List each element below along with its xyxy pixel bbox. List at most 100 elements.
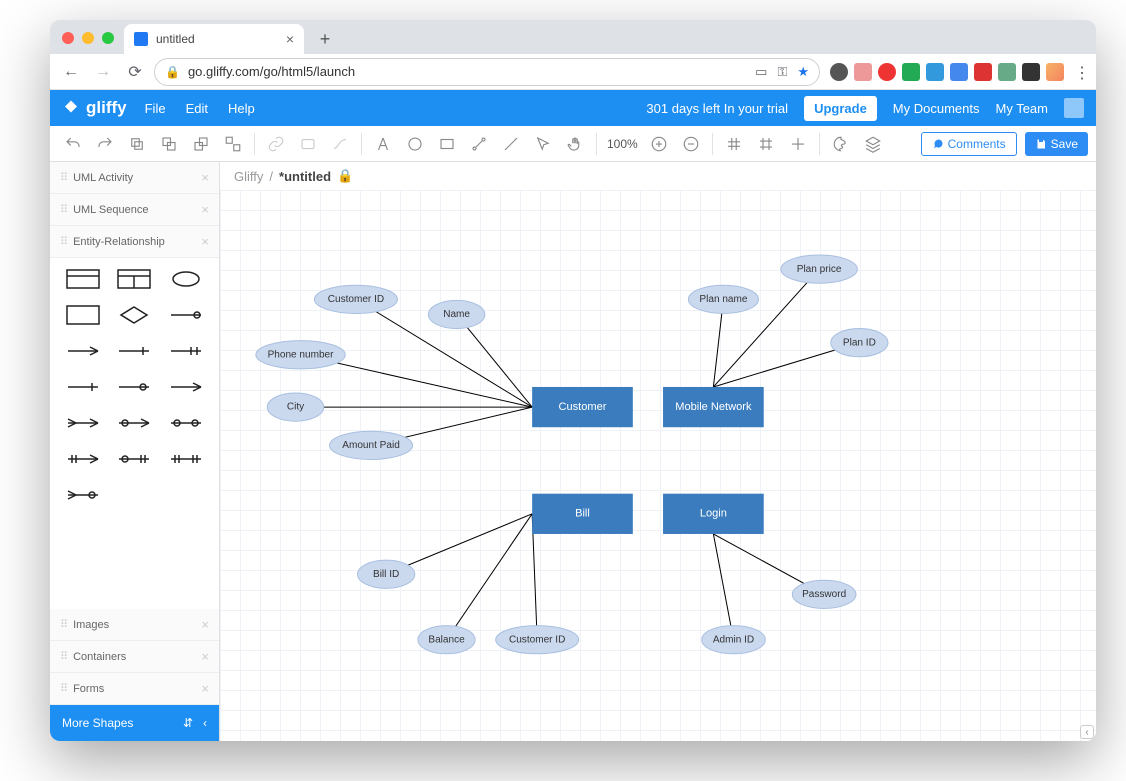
ext-icon[interactable] xyxy=(902,63,920,81)
redo-button[interactable] xyxy=(90,129,120,159)
shape-conn-10[interactable] xyxy=(60,446,106,472)
my-documents-link[interactable]: My Documents xyxy=(893,101,980,116)
close-icon[interactable]: × xyxy=(201,234,209,249)
zoom-out-button[interactable] xyxy=(676,129,706,159)
ext-icon[interactable] xyxy=(926,63,944,81)
shape-ellipse[interactable] xyxy=(163,266,209,292)
menu-help[interactable]: Help xyxy=(228,101,255,116)
shape-conn-12[interactable] xyxy=(163,446,209,472)
crumb-doc[interactable]: *untitled xyxy=(279,169,331,184)
user-icon[interactable] xyxy=(1064,98,1084,118)
ext-icon[interactable] xyxy=(950,63,968,81)
browser-tab[interactable]: untitled × xyxy=(124,24,304,54)
app-logo[interactable]: gliffy xyxy=(62,98,127,118)
shape-conn-4[interactable] xyxy=(60,374,106,400)
shape-conn-6[interactable] xyxy=(163,374,209,400)
crumb-root[interactable]: Gliffy xyxy=(234,169,263,184)
shape-conn-11[interactable] xyxy=(112,446,158,472)
group-button[interactable] xyxy=(218,129,248,159)
ext-icon[interactable] xyxy=(878,63,896,81)
comments-button[interactable]: Comments xyxy=(921,132,1017,156)
window-controls[interactable] xyxy=(58,32,124,54)
close-icon[interactable]: × xyxy=(201,202,209,217)
category-forms[interactable]: ⠿Forms× xyxy=(50,673,219,705)
profile-avatar-icon[interactable] xyxy=(1046,63,1064,81)
category-uml-activity[interactable]: ⠿UML Activity× xyxy=(50,162,219,194)
popup-button[interactable] xyxy=(293,129,323,159)
grid-large-icon[interactable] xyxy=(751,129,781,159)
shape-conn-2[interactable] xyxy=(112,338,158,364)
menu-edit[interactable]: Edit xyxy=(186,101,208,116)
more-shapes-button[interactable]: More Shapes ⇵‹ xyxy=(50,705,219,741)
close-tab-icon[interactable]: × xyxy=(286,31,294,47)
shape-entity-1col[interactable] xyxy=(60,266,106,292)
new-tab-button[interactable]: + xyxy=(312,26,338,52)
pointer-tool[interactable] xyxy=(528,129,558,159)
shape-conn-13[interactable] xyxy=(60,482,106,508)
layers-icon[interactable] xyxy=(858,129,888,159)
lock-icon[interactable]: 🔒 xyxy=(337,168,353,184)
ext-icon[interactable] xyxy=(854,63,872,81)
ext-new-icon[interactable] xyxy=(974,63,992,81)
grid-small-icon[interactable] xyxy=(719,129,749,159)
ext-icon[interactable] xyxy=(998,63,1016,81)
canvas[interactable]: CustomerMobile NetworkBillLoginCustomer … xyxy=(220,190,1096,741)
ext-moon-icon[interactable] xyxy=(830,63,848,81)
shape-conn-7[interactable] xyxy=(60,410,106,436)
text-tool[interactable] xyxy=(368,129,398,159)
pan-tool[interactable] xyxy=(560,129,590,159)
category-images[interactable]: ⠿Images× xyxy=(50,609,219,641)
connector-tool[interactable] xyxy=(464,129,494,159)
category-entity-relationship[interactable]: ⠿Entity-Relationship× xyxy=(50,226,219,258)
shape-line-oo[interactable] xyxy=(163,302,209,328)
puzzle-icon[interactable] xyxy=(1022,63,1040,81)
translate-icon[interactable]: ▭ xyxy=(755,64,767,80)
shape-diamond[interactable] xyxy=(112,302,158,328)
shape-conn-3[interactable] xyxy=(163,338,209,364)
key-icon[interactable]: ⚿ xyxy=(777,64,787,80)
shape-conn-5[interactable] xyxy=(112,374,158,400)
rect-tool[interactable] xyxy=(432,129,462,159)
scroll-corner-icon[interactable]: ‹ xyxy=(1080,725,1094,739)
minimize-window-icon[interactable] xyxy=(82,32,94,44)
shape-rect[interactable] xyxy=(60,302,106,328)
shape-conn-1[interactable] xyxy=(60,338,106,364)
shape-conn-8[interactable] xyxy=(112,410,158,436)
save-button[interactable]: Save xyxy=(1025,132,1088,156)
back-button[interactable]: ← xyxy=(58,59,84,85)
menu-file[interactable]: File xyxy=(145,101,166,116)
undo-button[interactable] xyxy=(58,129,88,159)
shape-palette xyxy=(50,258,219,609)
er-diagram[interactable]: CustomerMobile NetworkBillLoginCustomer … xyxy=(220,190,1096,741)
reload-button[interactable]: ⟳ xyxy=(122,59,148,85)
circle-tool[interactable] xyxy=(400,129,430,159)
close-icon[interactable]: × xyxy=(201,617,209,632)
copy-button[interactable] xyxy=(122,129,152,159)
chevron-left-icon[interactable]: ‹ xyxy=(203,716,207,730)
category-uml-sequence[interactable]: ⠿UML Sequence× xyxy=(50,194,219,226)
close-icon[interactable]: × xyxy=(201,649,209,664)
collapse-icon[interactable]: ⇵ xyxy=(183,716,193,730)
my-team-link[interactable]: My Team xyxy=(996,101,1049,116)
close-icon[interactable]: × xyxy=(201,681,209,696)
zoom-level[interactable]: 100% xyxy=(603,137,642,151)
line-tool[interactable] xyxy=(496,129,526,159)
snap-icon[interactable] xyxy=(783,129,813,159)
maximize-window-icon[interactable] xyxy=(102,32,114,44)
forward-button[interactable]: → xyxy=(90,59,116,85)
url-field[interactable]: 🔒 go.gliffy.com/go/html5/launch ▭ ⚿ ★ xyxy=(154,58,820,86)
zoom-in-button[interactable] xyxy=(644,129,674,159)
bookmark-star-icon[interactable]: ★ xyxy=(797,64,809,80)
theme-icon[interactable] xyxy=(826,129,856,159)
front-button[interactable] xyxy=(154,129,184,159)
close-window-icon[interactable] xyxy=(62,32,74,44)
shape-conn-9[interactable] xyxy=(163,410,209,436)
back-button-z[interactable] xyxy=(186,129,216,159)
menu-dots-icon[interactable]: ⋮ xyxy=(1070,63,1088,81)
shape-entity-2col[interactable] xyxy=(112,266,158,292)
link-button[interactable] xyxy=(261,129,291,159)
category-containers[interactable]: ⠿Containers× xyxy=(50,641,219,673)
curve-button[interactable] xyxy=(325,129,355,159)
upgrade-button[interactable]: Upgrade xyxy=(804,96,877,121)
close-icon[interactable]: × xyxy=(201,170,209,185)
